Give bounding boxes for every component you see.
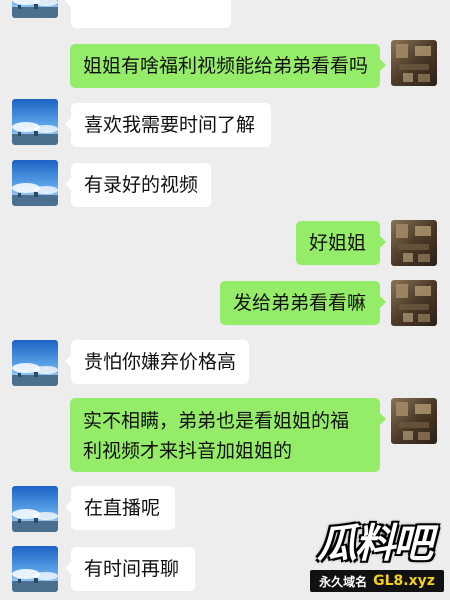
sky-landscape-icon [12, 340, 58, 386]
message-text: 有时间再聊 [84, 558, 180, 580]
message-text: 在直播呢 [84, 497, 161, 519]
contact-avatar[interactable] [12, 546, 58, 592]
brown-photo-icon [391, 220, 437, 266]
brown-photo-icon [391, 280, 437, 326]
contact-avatar[interactable] [12, 340, 58, 386]
sky-landscape-icon [12, 546, 58, 592]
message-text: 好姐姐 [309, 232, 367, 254]
sky-landscape-icon [12, 486, 58, 532]
message-text: 实不相瞒，弟弟也是看姐姐的福利视频才来抖音加姐姐的 [83, 410, 350, 462]
message-bubble-outgoing[interactable]: 发给弟弟看看嘛 [220, 281, 386, 325]
message-bubble-outgoing[interactable]: 姐姐有啥福利视频能给弟弟看看吗 [70, 44, 386, 88]
contact-avatar[interactable] [12, 0, 58, 18]
self-avatar[interactable] [391, 398, 437, 444]
watermark-tagline: 永久域名 [319, 574, 368, 589]
sky-landscape-icon [12, 99, 58, 145]
message-bubble-incoming[interactable]: 在直播呢 [65, 486, 175, 530]
watermark-strip: 永久域名 GL8.xyz [310, 570, 444, 592]
brown-photo-icon [391, 398, 437, 444]
self-avatar[interactable] [391, 220, 437, 266]
message-text: 发给弟弟看看嘛 [233, 292, 367, 314]
watermark-logo: 瓜料吧 [317, 521, 433, 567]
message-text: 喜欢我需要时间了解 [84, 114, 256, 136]
message-bubble-incoming[interactable] [65, 0, 231, 28]
watermark-domain: GL8.xyz [373, 573, 435, 589]
message-bubble-outgoing[interactable]: 实不相瞒，弟弟也是看姐姐的福利视频才来抖音加姐姐的 [70, 398, 386, 472]
site-watermark: 瓜料吧 永久域名 GL8.xyz [300, 518, 450, 600]
contact-avatar[interactable] [12, 486, 58, 532]
sky-landscape-icon [12, 0, 58, 18]
message-bubble-incoming[interactable]: 有时间再聊 [65, 547, 195, 591]
brown-photo-icon [391, 40, 437, 86]
contact-avatar[interactable] [12, 99, 58, 145]
sky-landscape-icon [12, 160, 58, 206]
message-bubble-incoming[interactable]: 喜欢我需要时间了解 [65, 103, 271, 147]
self-avatar[interactable] [391, 280, 437, 326]
message-text: 贵怕你嫌弃价格高 [84, 351, 237, 373]
message-bubble-outgoing[interactable]: 好姐姐 [296, 221, 386, 265]
contact-avatar[interactable] [12, 160, 58, 206]
self-avatar[interactable] [391, 40, 437, 86]
message-bubble-incoming[interactable]: 贵怕你嫌弃价格高 [65, 340, 249, 384]
message-text: 有录好的视频 [84, 174, 199, 196]
message-text: 姐姐有啥福利视频能给弟弟看看吗 [83, 55, 369, 77]
message-bubble-incoming[interactable]: 有录好的视频 [65, 163, 211, 207]
